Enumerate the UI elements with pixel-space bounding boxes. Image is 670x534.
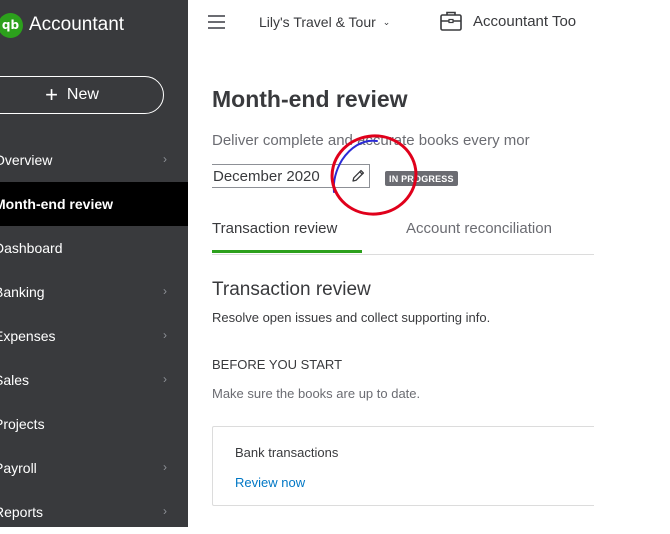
status-badge: IN PROGRESS xyxy=(385,171,458,186)
brand-name: Accountant xyxy=(29,14,125,35)
month-selector[interactable]: December 2020 xyxy=(212,164,370,188)
new-button[interactable]: + New xyxy=(0,76,164,114)
page-title: Month-end review xyxy=(212,86,408,112)
company-name: Lily's Travel & Tour xyxy=(259,14,376,30)
chevron-right-icon: › xyxy=(163,460,167,474)
sidebar-item-label: Payroll xyxy=(0,460,37,476)
accountant-tools-button[interactable]: Accountant Too xyxy=(440,11,576,31)
tab-transaction-review[interactable]: Transaction review xyxy=(212,220,337,237)
hamburger-icon[interactable] xyxy=(208,15,225,29)
card-title: Bank transactions xyxy=(235,445,339,460)
section-description: Resolve open issues and collect supporti… xyxy=(212,310,491,325)
plus-icon: + xyxy=(45,82,58,107)
sidebar-item-label: Banking xyxy=(0,284,45,300)
sidebar-item-label: Expenses xyxy=(0,328,56,344)
brand[interactable]: qb Accountant xyxy=(0,12,124,38)
briefcase-icon xyxy=(440,11,462,31)
before-you-start-heading: BEFORE YOU START xyxy=(212,357,343,372)
sidebar-item-projects[interactable]: Projects xyxy=(0,402,188,446)
bank-transactions-card: Bank transactions Review now xyxy=(212,426,594,506)
before-you-start-description: Make sure the books are up to date. xyxy=(212,386,421,401)
chevron-right-icon: › xyxy=(163,504,167,518)
quickbooks-logo-icon: qb xyxy=(0,12,23,38)
tab-account-reconciliation[interactable]: Account reconciliation xyxy=(406,220,552,237)
main-content: Month-end review Deliver complete and ac… xyxy=(212,48,594,527)
sidebar: qb Accountant + New Overview › Month-end… xyxy=(0,0,188,527)
sidebar-item-reports[interactable]: Reports › xyxy=(0,490,188,534)
review-now-link[interactable]: Review now xyxy=(235,475,305,490)
pencil-icon[interactable] xyxy=(350,168,366,184)
chevron-right-icon: › xyxy=(163,152,167,166)
sidebar-item-overview[interactable]: Overview › xyxy=(0,138,188,182)
sidebar-item-label: Projects xyxy=(0,416,45,432)
sidebar-item-label: Dashboard xyxy=(0,240,63,256)
accountant-tools-label: Accountant Too xyxy=(473,12,577,30)
review-tabs: Transaction review Account reconciliatio… xyxy=(212,218,594,255)
sidebar-item-payroll[interactable]: Payroll › xyxy=(0,446,188,490)
chevron-right-icon: › xyxy=(163,284,167,298)
sidebar-item-sales[interactable]: Sales › xyxy=(0,358,188,402)
sidebar-item-dashboard[interactable]: Dashboard xyxy=(0,226,188,270)
section-title: Transaction review xyxy=(212,279,371,300)
chevron-right-icon: › xyxy=(163,328,167,342)
top-bar: Lily's Travel & Tour ⌄ Accountant Too xyxy=(188,0,670,48)
sidebar-item-month-end-review[interactable]: Month-end review xyxy=(0,182,188,226)
sidebar-item-label: Month-end review xyxy=(0,196,114,212)
month-selector-value: December 2020 xyxy=(213,167,320,185)
sidebar-item-label: Sales xyxy=(0,372,30,388)
sidebar-nav: Overview › Month-end review Dashboard Ba… xyxy=(0,138,188,534)
sidebar-item-label: Overview xyxy=(0,152,53,168)
page-subtitle: Deliver complete and accurate books ever… xyxy=(212,132,530,149)
chevron-right-icon: › xyxy=(163,372,167,386)
chevron-down-icon: ⌄ xyxy=(382,16,391,27)
new-button-label: New xyxy=(66,86,99,103)
sidebar-item-banking[interactable]: Banking › xyxy=(0,270,188,314)
sidebar-item-label: Reports xyxy=(0,504,44,520)
company-switcher[interactable]: Lily's Travel & Tour ⌄ xyxy=(259,14,390,30)
sidebar-item-expenses[interactable]: Expenses › xyxy=(0,314,188,358)
active-tab-indicator xyxy=(212,250,362,253)
